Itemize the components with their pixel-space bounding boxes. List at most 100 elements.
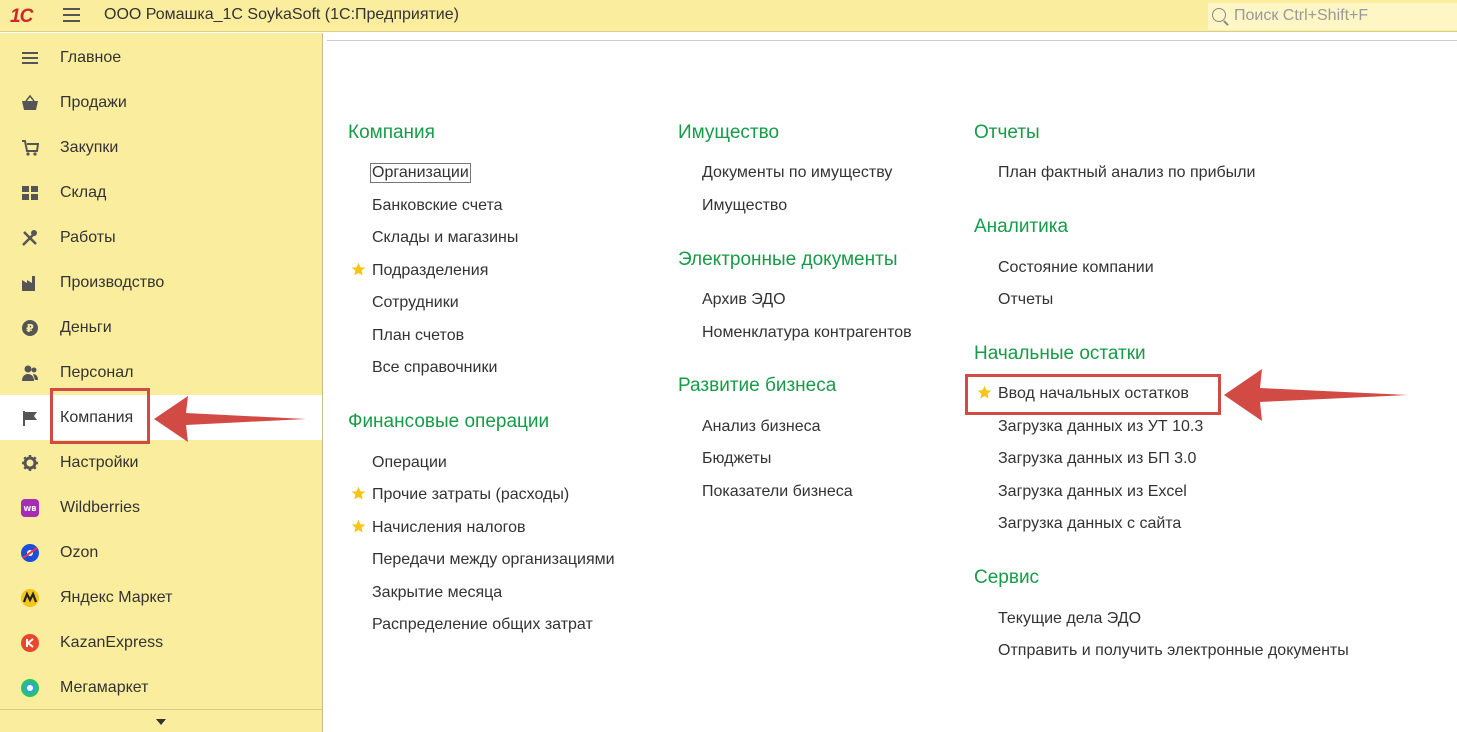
link-bank-accounts[interactable]: Банковские счета [372, 197, 502, 215]
link-month-closing[interactable]: Закрытие месяца [372, 584, 502, 602]
link-load-from-excel[interactable]: Загрузка данных из Excel [998, 483, 1187, 501]
link-reports[interactable]: Отчеты [998, 291, 1053, 309]
sidebar-item-money[interactable]: ₽ Деньги [0, 305, 322, 350]
link-tax-accruals[interactable]: Начисления налогов [372, 519, 526, 537]
chevron-down-icon [156, 719, 166, 725]
sidebar-item-label: Персонал [60, 364, 134, 381]
sidebar-item-warehouse[interactable]: Склад [0, 170, 322, 215]
sidebar-item-label: Wildberries [60, 499, 141, 516]
favorite-star-icon[interactable] [351, 519, 366, 534]
link-current-edo-tasks[interactable]: Текущие дела ЭДО [998, 610, 1141, 628]
people-icon [22, 365, 38, 381]
link-departments[interactable]: Подразделения [372, 262, 488, 280]
link-load-from-ut[interactable]: Загрузка данных из УТ 10.3 [998, 418, 1203, 436]
tools-icon [22, 230, 37, 246]
sidebar-item-label: Склад [60, 184, 107, 201]
section-title-business-development: Развитие бизнеса [678, 375, 837, 396]
link-counterparty-nomenclature[interactable]: Номенклатура контрагентов [702, 324, 912, 342]
warehouse-icon [22, 186, 38, 200]
link-shared-costs-distribution[interactable]: Распределение общих затрат [372, 616, 593, 634]
sidebar-item-sales[interactable]: Продажи [0, 80, 322, 125]
sidebar-item-label: KazanExpress [60, 634, 164, 651]
wildberries-logo-icon: WB [21, 499, 39, 517]
section-title-company: Компания [348, 122, 435, 143]
sidebar-item-label: Производство [60, 274, 165, 291]
1c-logo[interactable]: 1С [10, 6, 33, 28]
annotation-arrow-left-icon [154, 396, 306, 442]
menu-list-icon [22, 52, 38, 64]
sidebar-item-label: Мегамаркет [60, 679, 149, 696]
link-organizations[interactable]: Организации [370, 163, 471, 183]
sidebar-item-wildberries[interactable]: WB Wildberries [0, 485, 322, 530]
sidebar-scroll-down[interactable] [0, 709, 322, 732]
link-warehouses-stores[interactable]: Склады и магазины [372, 229, 518, 247]
main-menu-icon[interactable] [63, 8, 80, 22]
link-business-indicators[interactable]: Показатели бизнеса [702, 483, 853, 501]
sidebar-item-personnel[interactable]: Персонал [0, 350, 322, 395]
section-title-service: Сервис [974, 567, 1040, 588]
factory-icon [22, 276, 35, 291]
link-load-from-bp[interactable]: Загрузка данных из БП 3.0 [998, 450, 1196, 468]
gear-icon [22, 455, 38, 471]
sidebar-item-label: Ozon [60, 544, 99, 561]
favorite-star-icon[interactable] [351, 486, 366, 501]
link-transfers-between-orgs[interactable]: Передачи между организациями [372, 551, 615, 569]
section-title-analytics: Аналитика [974, 216, 1069, 237]
link-chart-of-accounts[interactable]: План счетов [372, 327, 464, 345]
content-top-border [327, 40, 1457, 41]
search-placeholder: Поиск Ctrl+Shift+F [1234, 7, 1369, 24]
section-title-reports: Отчеты [974, 122, 1040, 143]
link-other-expenses[interactable]: Прочие затраты (расходы) [372, 486, 569, 504]
annotation-highlight-opening-balances [965, 374, 1221, 415]
sidebar-item-label: Настройки [60, 454, 139, 471]
link-plan-fact-profit-analysis[interactable]: План фактный анализ по прибыли [998, 164, 1255, 182]
sidebar-item-megamarket[interactable]: Мегамаркет [0, 665, 322, 710]
sidebar-item-kazanexpress[interactable]: KazanExpress [0, 620, 322, 665]
section-title-property: Имущество [678, 122, 780, 143]
sidebar-item-main[interactable]: Главное [0, 35, 322, 80]
link-load-from-site[interactable]: Загрузка данных с сайта [998, 515, 1181, 533]
link-property[interactable]: Имущество [702, 197, 787, 215]
sidebar-item-yandex-market[interactable]: Яндекс Маркет [0, 575, 322, 620]
sidebar-item-purchases[interactable]: Закупки [0, 125, 322, 170]
basket-icon [22, 94, 38, 110]
sidebar-item-label: Работы [60, 229, 116, 246]
section-title-opening-balances: Начальные остатки [974, 343, 1146, 364]
sidebar-item-works[interactable]: Работы [0, 215, 322, 260]
megamarket-logo-icon [21, 679, 39, 697]
favorite-star-icon[interactable] [351, 262, 366, 277]
ozon-logo-icon [21, 544, 39, 562]
sidebar-item-settings[interactable]: Настройки [0, 440, 322, 485]
app-title: ООО Ромашка_1С SoykaSoft (1С:Предприятие… [104, 6, 459, 23]
section-title-electronic-documents: Электронные документы [678, 249, 898, 270]
sidebar-item-label: Закупки [60, 139, 119, 156]
flag-icon [23, 411, 37, 426]
ruble-coin-icon: ₽ [22, 320, 38, 336]
link-operations[interactable]: Операции [372, 454, 447, 472]
annotation-arrow-left-icon [1224, 369, 1408, 421]
link-budgets[interactable]: Бюджеты [702, 450, 771, 468]
title-bar: 1С ООО Ромашка_1С SoykaSoft (1С:Предприя… [0, 0, 1457, 32]
cart-icon [22, 140, 39, 156]
annotation-highlight-company [50, 388, 150, 444]
sidebar-item-label: Деньги [60, 319, 112, 336]
sidebar-item-ozon[interactable]: Ozon [0, 530, 322, 575]
yandex-market-logo-icon [21, 589, 39, 607]
sidebar-item-label: Продажи [60, 94, 127, 111]
search-icon [1212, 8, 1226, 22]
link-employees[interactable]: Сотрудники [372, 294, 459, 312]
link-edo-archive[interactable]: Архив ЭДО [702, 291, 786, 309]
svg-text:WB: WB [23, 505, 36, 513]
sidebar-item-production[interactable]: Производство [0, 260, 322, 305]
sidebar-item-label: Главное [60, 49, 122, 66]
sections-panel: Главное Продажи Закупки Склад Работы Про… [0, 33, 323, 732]
link-company-state[interactable]: Состояние компании [998, 259, 1154, 277]
sidebar-item-label: Яндекс Маркет [60, 589, 173, 606]
svg-text:₽: ₽ [26, 322, 34, 335]
link-all-catalogs[interactable]: Все справочники [372, 359, 497, 377]
search-box[interactable]: Поиск Ctrl+Shift+F [1208, 3, 1457, 30]
link-business-analysis[interactable]: Анализ бизнеса [702, 418, 821, 436]
link-send-receive-edocs[interactable]: Отправить и получить электронные докумен… [998, 642, 1349, 660]
link-property-documents[interactable]: Документы по имуществу [702, 164, 892, 182]
kazanexpress-logo-icon [21, 634, 39, 652]
